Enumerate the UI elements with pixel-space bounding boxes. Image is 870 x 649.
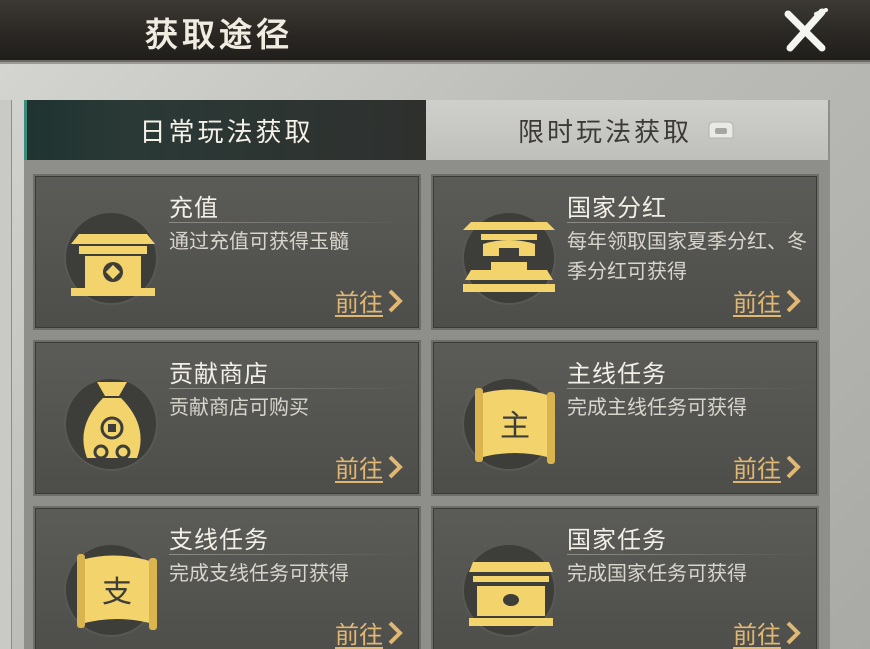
money-bag-icon [64,377,158,471]
chevron-right-icon [786,455,801,478]
card-description: 完成主线任务可获得 [567,395,747,419]
title-divider [169,554,409,555]
source-card-side-quest[interactable]: 支 支线任务 完成支线任务可获得 前往 [33,506,421,649]
source-card-contribution-shop[interactable]: 贡献商店 贡献商店可购买 前往 [33,340,421,496]
card-description: 完成支线任务可获得 [169,561,349,585]
close-button[interactable] [782,8,830,54]
title-divider [567,388,807,389]
tab-daily[interactable]: 日常玩法获取 [24,100,426,160]
goto-button[interactable]: 前往 [335,283,403,318]
goto-label: 前往 [733,621,781,649]
tab-bar: 日常玩法获取 限时玩法获取 [24,100,830,160]
card-title: 主线任务 [567,360,667,388]
scroll-glyph: 支 [102,575,132,610]
goto-label: 前往 [335,455,383,483]
tab-daily-label: 日常玩法获取 [139,117,314,148]
card-description: 通过充值可获得玉髓 [169,229,349,253]
goto-label: 前往 [733,289,781,317]
title-divider [567,554,807,555]
chevron-right-icon [786,289,801,312]
goto-button[interactable]: 前往 [733,283,801,318]
card-description: 贡献商店可购买 [169,395,309,419]
card-title: 国家任务 [567,526,667,554]
title-divider [567,222,807,223]
tab-limited-label: 限时玩法获取 [517,117,692,148]
title-divider [169,388,409,389]
lock-icon [708,121,734,139]
scroll-main-icon: 主 [462,377,556,471]
chevron-right-icon [388,455,403,478]
card-title: 充值 [169,194,219,222]
source-card-main-quest[interactable]: 主 主线任务 完成主线任务可获得 前往 [431,340,819,496]
scroll-branch-icon: 支 [64,543,158,637]
goto-button[interactable]: 前往 [335,615,403,649]
goto-label: 前往 [733,455,781,483]
card-description: 完成国家任务可获得 [567,561,747,585]
goto-button[interactable]: 前往 [733,615,801,649]
window-header: 获取途径 [0,0,870,62]
goto-label: 前往 [335,621,383,649]
card-title: 国家分红 [567,194,667,222]
chevron-right-icon [388,289,403,312]
gate-coin-icon [64,211,158,305]
goto-label: 前往 [335,289,383,317]
card-title: 支线任务 [169,526,269,554]
tab-limited[interactable]: 限时玩法获取 [426,100,828,160]
treasure-chest-icon [462,543,556,637]
scroll-glyph: 主 [500,409,530,444]
panel-left-edge [0,100,12,649]
close-icon [784,8,828,52]
chevron-right-icon [786,621,801,644]
card-title: 贡献商店 [169,360,269,388]
source-card-recharge[interactable]: 充值 通过充值可获得玉髓 前往 [33,174,421,330]
title-divider [169,222,409,223]
source-card-national-quest[interactable]: 国家任务 完成国家任务可获得 前往 [431,506,819,649]
chevron-right-icon [388,621,403,644]
pavilion-icon [462,211,556,305]
goto-button[interactable]: 前往 [733,449,801,484]
source-card-national-dividend[interactable]: 国家分红 每年领取国家夏季分红、冬季分红可获得 前往 [431,174,819,330]
window-title: 获取途径 [145,15,293,54]
card-description: 每年领取国家夏季分红、冬季分红可获得 [567,229,807,283]
goto-button[interactable]: 前往 [335,449,403,484]
